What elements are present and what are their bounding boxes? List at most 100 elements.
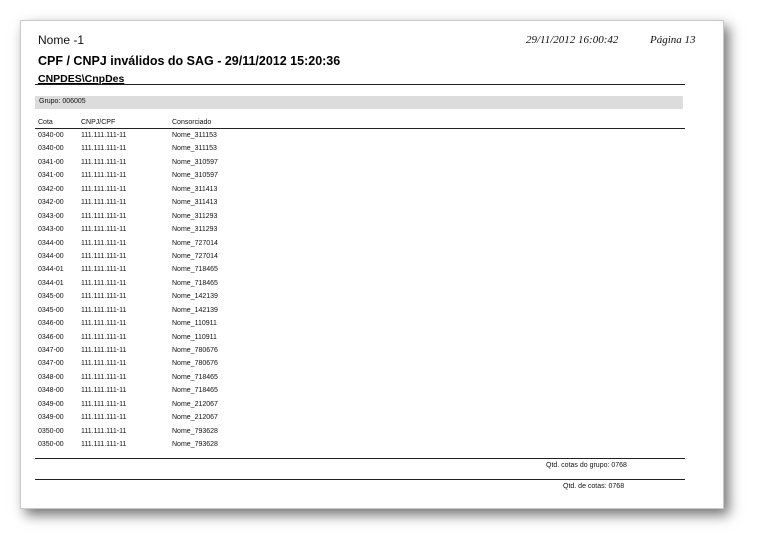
group-total: Qtd. cotas do grupo: 0768 (546, 462, 627, 469)
cell-consorciado: Nome_311413 (172, 185, 218, 193)
cell-consorciado: Nome_311413 (172, 199, 218, 207)
cell-cnpj-cpf: 111.111.111-11 (81, 373, 127, 381)
cell-cota: 0344-00 (38, 252, 64, 260)
cell-cota: 0341-00 (38, 172, 64, 180)
table-row: 0341-00 111.111.111-11 Nome_310597 (21, 159, 723, 172)
cell-consorciado: Nome_718465 (172, 387, 218, 395)
header-divider (35, 128, 685, 129)
cell-cnpj-cpf: 111.111.111-11 (81, 333, 127, 341)
cell-consorciado: Nome_718465 (172, 373, 218, 381)
column-header-cnpj-cpf: CNPJ/CPF (81, 119, 116, 126)
cell-cnpj-cpf: 111.111.111-11 (81, 347, 127, 354)
table-row: 0340-00 111.111.111-11 Nome_311153 (21, 132, 723, 145)
cell-cota: 0350-00 (38, 427, 64, 435)
table-row: 0344-00 111.111.111-11 Nome_727014 (21, 253, 723, 266)
cell-consorciado: Nome_780676 (172, 360, 218, 368)
cell-cnpj-cpf: 111.111.111-11 (81, 400, 127, 408)
cell-cnpj-cpf: 111.111.111-11 (81, 239, 127, 247)
table-row: 0344-01 111.111.111-11 Nome_718465 (21, 266, 723, 279)
cell-cota: 0347-00 (38, 360, 64, 368)
cell-cota: 0349-00 (38, 414, 64, 422)
cell-consorciado: Nome_212067 (172, 414, 218, 422)
table-row: 0343-00 111.111.111-11 Nome_311293 (21, 213, 723, 226)
cell-cota: 0344-01 (38, 266, 64, 274)
cell-cnpj-cpf: 111.111.111-11 (81, 252, 127, 260)
table-row: 0350-00 111.111.111-11 Nome_793628 (21, 428, 723, 441)
table-row: 0342-00 111.111.111-11 Nome_311413 (21, 186, 723, 199)
table-row: 0344-00 111.111.111-11 Nome_727014 (21, 240, 723, 253)
cell-cota: 0348-00 (38, 387, 64, 395)
cell-consorciado: Nome_310597 (172, 158, 218, 166)
cell-cnpj-cpf: 111.111.111-11 (81, 199, 127, 207)
cell-cnpj-cpf: 111.111.111-11 (81, 360, 127, 368)
table-row: 0345-00 111.111.111-11 Nome_142139 (21, 293, 723, 306)
cell-cota: 0347-00 (38, 347, 64, 354)
cell-cnpj-cpf: 111.111.111-11 (81, 414, 127, 422)
cell-cnpj-cpf: 111.111.111-11 (81, 266, 127, 274)
cell-consorciado: Nome_311153 (172, 132, 217, 139)
cell-consorciado: Nome_311293 (172, 226, 218, 234)
cell-consorciado: Nome_142139 (172, 306, 218, 314)
cell-cota: 0341-00 (38, 158, 64, 166)
table-row: 0349-00 111.111.111-11 Nome_212067 (21, 401, 723, 414)
cell-cota: 0343-00 (38, 226, 64, 234)
table-row: 0350-00 111.111.111-11 Nome_793628 (21, 441, 723, 454)
table-row: 0342-00 111.111.111-11 Nome_311413 (21, 199, 723, 212)
table-row: 0343-00 111.111.111-11 Nome_311293 (21, 226, 723, 239)
table-row: 0341-00 111.111.111-11 Nome_310597 (21, 172, 723, 185)
cell-cnpj-cpf: 111.111.111-11 (81, 293, 127, 301)
cell-cota: 0345-00 (38, 306, 64, 314)
table-row: 0345-00 111.111.111-11 Nome_142139 (21, 307, 723, 320)
cell-cnpj-cpf: 111.111.111-11 (81, 212, 127, 220)
cell-consorciado: Nome_311293 (172, 212, 218, 220)
table-row: 0347-00 111.111.111-11 Nome_780676 (21, 347, 723, 360)
table-row: 0349-00 111.111.111-11 Nome_212067 (21, 414, 723, 427)
cell-consorciado: Nome_727014 (172, 239, 218, 247)
cell-cota: 0342-00 (38, 199, 64, 207)
cell-consorciado: Nome_212067 (172, 400, 218, 408)
page-number: Página 13 (650, 34, 696, 46)
column-header-consorciado: Consorciado (172, 119, 212, 126)
cell-consorciado: Nome_718465 (172, 279, 218, 287)
cell-consorciado: Nome_780676 (172, 347, 218, 354)
cell-cnpj-cpf: 111.111.111-11 (81, 306, 127, 314)
cell-cnpj-cpf: 111.111.111-11 (81, 145, 127, 153)
report-page: Nome -1 29/11/2012 16:00:42 Página 13 CP… (20, 20, 724, 509)
cell-consorciado: Nome_142139 (172, 293, 218, 301)
cell-cnpj-cpf: 111.111.111-11 (81, 185, 127, 193)
cell-cnpj-cpf: 111.111.111-11 (81, 226, 127, 234)
table-body: 0340-00 111.111.111-11 Nome_311153 0340-00 1… (21, 132, 723, 455)
cell-cnpj-cpf: 111.111.111-11 (81, 158, 127, 166)
cell-cota: 0350-00 (38, 441, 64, 449)
cell-consorciado: Nome_727014 (172, 252, 218, 260)
cell-cota: 0344-01 (38, 279, 64, 287)
cell-cota: 0342-00 (38, 185, 64, 193)
cell-consorciado: Nome_310597 (172, 172, 218, 180)
table-row: 0348-00 111.111.111-11 Nome_718465 (21, 387, 723, 400)
overall-total-divider (35, 479, 685, 480)
group-label: Grupo: 006005 (39, 98, 86, 105)
group-bar: Grupo: 006005 (35, 96, 683, 109)
report-datetime: 29/11/2012 16:00:42 (526, 34, 619, 46)
cell-cota: 0348-00 (38, 373, 64, 381)
cell-consorciado: Nome_718465 (172, 266, 218, 274)
overall-total: Qtd. de cotas: 0768 (563, 483, 625, 490)
group-total-divider (35, 458, 685, 459)
cell-cota: 0346-00 (38, 320, 64, 328)
title-divider (35, 84, 685, 85)
table-row: 0346-00 111.111.111-11 Nome_110911 (21, 320, 723, 333)
cell-cota: 0340-00 (38, 145, 64, 153)
cell-cnpj-cpf: 111.111.111-11 (81, 441, 127, 449)
cell-cota: 0344-00 (38, 239, 64, 247)
cell-consorciado: Nome_110911 (172, 320, 217, 328)
cell-cnpj-cpf: 111.111.111-11 (81, 427, 127, 435)
column-header-cota: Cota (38, 119, 53, 126)
cell-consorciado: Nome_110911 (172, 333, 217, 341)
cell-consorciado: Nome_793628 (172, 441, 218, 449)
cell-cnpj-cpf: 111.111.111-11 (81, 279, 127, 287)
table-row: 0340-00 111.111.111-11 Nome_311153 (21, 145, 723, 158)
table-row: 0344-01 111.111.111-11 Nome_718465 (21, 280, 723, 293)
cell-consorciado: Nome_793628 (172, 427, 218, 435)
cell-cota: 0343-00 (38, 212, 64, 220)
cell-cnpj-cpf: 111.111.111-11 (81, 387, 127, 395)
